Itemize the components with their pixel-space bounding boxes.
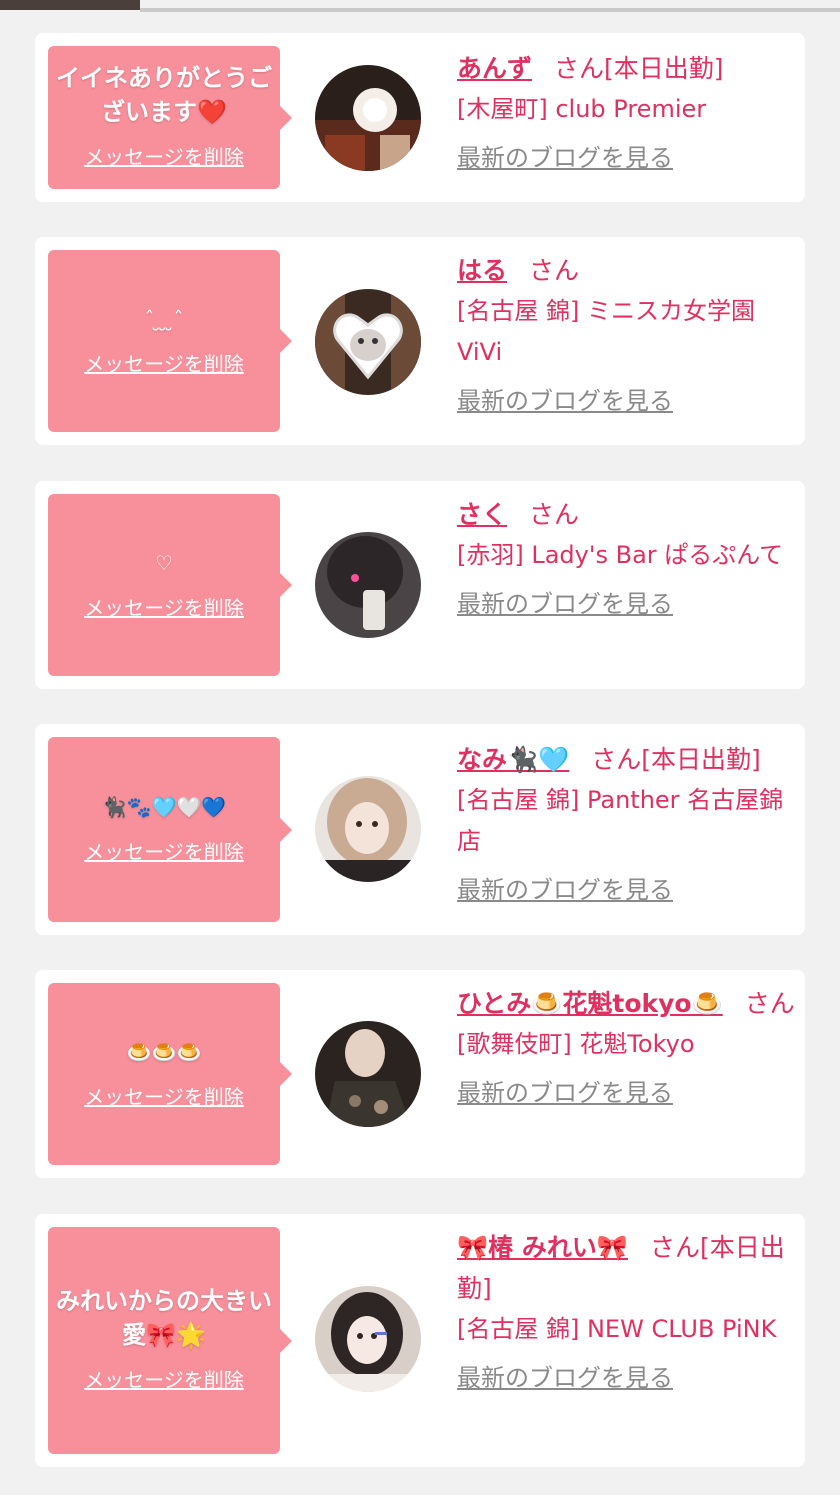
cast-info: あんず さん[本日出勤] [木屋町] club Premier 最新のブログを見る bbox=[457, 48, 797, 173]
message-text: 🍮🍮🍮 bbox=[126, 1039, 202, 1064]
message-bubble: 🍮🍮🍮 メッセージを削除 bbox=[48, 983, 292, 1165]
shop-name: [名古屋 錦] NEW CLUB PiNK bbox=[457, 1315, 777, 1343]
message-text: ˆ ̮ ̮ ̮ˆ bbox=[144, 306, 184, 331]
cast-name-link[interactable]: ひとみ🍮花魁tokyo🍮 bbox=[457, 989, 723, 1018]
latest-blog-link[interactable]: 最新のブログを見る bbox=[457, 381, 673, 416]
honorific: さん bbox=[529, 500, 580, 529]
latest-blog-link[interactable]: 最新のブログを見る bbox=[457, 1358, 673, 1393]
avatar[interactable] bbox=[315, 1286, 421, 1392]
top-bar-tab bbox=[0, 0, 140, 10]
message-text: 🐈‍⬛🐾🩵🤍💙 bbox=[101, 795, 227, 819]
avatar[interactable] bbox=[315, 776, 421, 882]
message-text: みれいからの大きい愛🎀🌟 bbox=[56, 1287, 272, 1349]
latest-blog-link[interactable]: 最新のブログを見る bbox=[457, 870, 673, 905]
cast-info: なみ🐈‍⬛🩵 さん[本日出勤] [名古屋 錦] Panther 名古屋錦店 最新の… bbox=[457, 739, 797, 905]
message-bubble: ♡ メッセージを削除 bbox=[48, 494, 292, 676]
message-bubble: イイネありがとうございます❤️ メッセージを削除 bbox=[48, 46, 292, 189]
like-card: ˆ ̮ ̮ ̮ˆ メッセージを削除 はる さん [名古屋 錦] ミニスカ女学園Vi… bbox=[35, 237, 805, 445]
shop-name: [名古屋 錦] ミニスカ女学園ViVi bbox=[457, 297, 755, 366]
avatar[interactable] bbox=[315, 532, 421, 638]
cast-info: はる さん [名古屋 錦] ミニスカ女学園ViVi 最新のブログを見る bbox=[457, 250, 797, 416]
like-card: イイネありがとうございます❤️ メッセージを削除 あんず さん[本日出勤] [木屋… bbox=[35, 33, 805, 202]
message-bubble: みれいからの大きい愛🎀🌟 メッセージを削除 bbox=[48, 1227, 292, 1454]
like-card: 🍮🍮🍮 メッセージを削除 ひとみ🍮花魁tokyo🍮 さん [歌舞伎町] 花魁Tok… bbox=[35, 970, 805, 1178]
honorific: さん bbox=[744, 989, 795, 1018]
message-text: ♡ bbox=[155, 550, 173, 575]
shop-name: [木屋町] club Premier bbox=[457, 95, 707, 123]
cast-info: 🎀椿 みれい🎀 さん[本日出勤] [名古屋 錦] NEW CLUB PiNK 最新… bbox=[457, 1227, 797, 1393]
honorific: さん bbox=[529, 256, 580, 285]
shop-name: [名古屋 錦] Panther 名古屋錦店 bbox=[457, 786, 784, 855]
honorific: さん[本日出勤] bbox=[591, 745, 761, 774]
avatar[interactable] bbox=[315, 289, 421, 395]
message-bubble: ˆ ̮ ̮ ̮ˆ メッセージを削除 bbox=[48, 250, 292, 432]
cast-name-link[interactable]: さく bbox=[457, 500, 507, 529]
like-card: 🐈‍⬛🐾🩵🤍💙 メッセージを削除 なみ🐈‍⬛🩵 さん[本日出勤] [名古屋 錦] … bbox=[35, 724, 805, 935]
cast-name-link[interactable]: はる bbox=[457, 256, 507, 285]
message-bubble: 🐈‍⬛🐾🩵🤍💙 メッセージを削除 bbox=[48, 737, 292, 922]
cast-info: さく さん [赤羽] Lady's Bar ぱるぷんて 最新のブログを見る bbox=[457, 494, 797, 619]
delete-message-link[interactable]: メッセージを削除 bbox=[84, 592, 244, 621]
delete-message-link[interactable]: メッセージを削除 bbox=[84, 141, 244, 170]
avatar[interactable] bbox=[315, 1021, 421, 1127]
shop-name: [赤羽] Lady's Bar ぱるぷんて bbox=[457, 541, 784, 569]
latest-blog-link[interactable]: 最新のブログを見る bbox=[457, 138, 673, 173]
delete-message-link[interactable]: メッセージを削除 bbox=[84, 348, 244, 377]
like-card: みれいからの大きい愛🎀🌟 メッセージを削除 🎀椿 みれい🎀 さん[本日出勤] [名… bbox=[35, 1214, 805, 1467]
message-text: イイネありがとうございます❤️ bbox=[56, 64, 272, 126]
avatar[interactable] bbox=[315, 65, 421, 171]
delete-message-link[interactable]: メッセージを削除 bbox=[84, 1081, 244, 1110]
latest-blog-link[interactable]: 最新のブログを見る bbox=[457, 1073, 673, 1108]
cast-name-link[interactable]: 🎀椿 みれい🎀 bbox=[457, 1233, 628, 1262]
cast-info: ひとみ🍮花魁tokyo🍮 さん [歌舞伎町] 花魁Tokyo 最新のブログを見る bbox=[457, 983, 797, 1108]
honorific: さん[本日出勤] bbox=[554, 54, 724, 83]
delete-message-link[interactable]: メッセージを削除 bbox=[84, 836, 244, 865]
top-bar-divider bbox=[140, 8, 840, 12]
top-bar bbox=[0, 0, 840, 12]
cast-name-link[interactable]: あんず bbox=[457, 54, 532, 83]
like-card: ♡ メッセージを削除 さく さん [赤羽] Lady's Bar ぱるぷんて 最新… bbox=[35, 481, 805, 689]
shop-name: [歌舞伎町] 花魁Tokyo bbox=[457, 1030, 695, 1058]
delete-message-link[interactable]: メッセージを削除 bbox=[84, 1364, 244, 1393]
latest-blog-link[interactable]: 最新のブログを見る bbox=[457, 584, 673, 619]
cast-name-link[interactable]: なみ🐈‍⬛🩵 bbox=[457, 745, 569, 774]
